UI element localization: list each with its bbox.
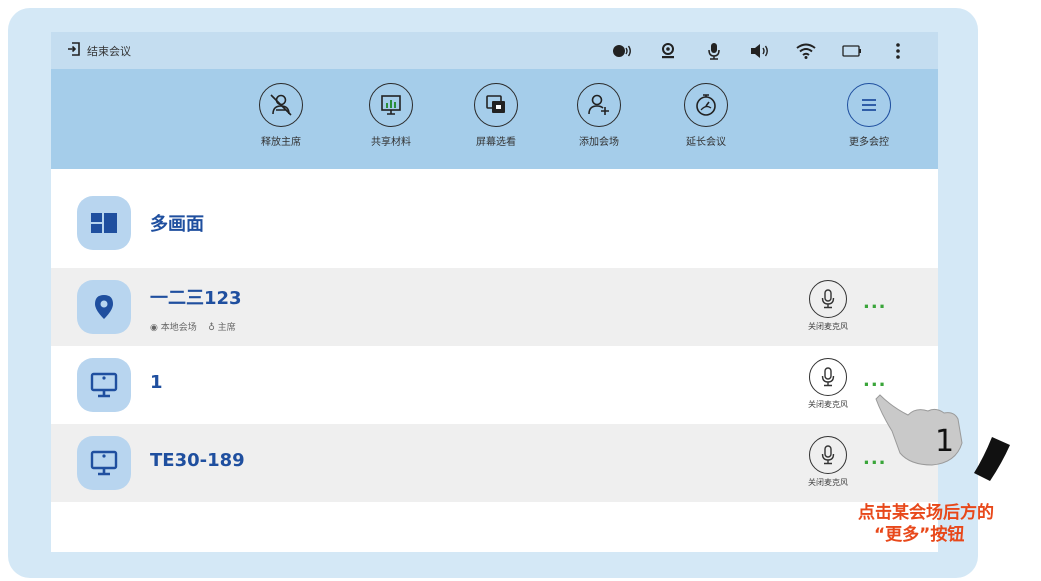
camera-icon[interactable] — [658, 41, 678, 61]
site-name: TE30-189 — [150, 450, 245, 471]
chair-icon: ♁ — [208, 323, 215, 333]
more-control-icon — [847, 83, 891, 127]
end-meeting-label: 结束会议 — [87, 44, 131, 58]
extend-meeting-label: 延长会议 — [686, 137, 726, 148]
more-control-label: 更多会控 — [849, 137, 889, 148]
chair-tag: 主席 — [217, 323, 236, 333]
annotation-text: 点击某会场后方的 “更多”按钮 — [858, 502, 1038, 546]
extend-meeting-icon — [684, 83, 728, 127]
microphone-icon[interactable] — [704, 41, 724, 61]
microphone-icon — [809, 436, 847, 474]
annotation-line-1: 点击某会场后方的 — [858, 503, 994, 523]
multi-screen-title: 多画面 — [150, 214, 204, 235]
site-name: 一二三123 — [150, 288, 242, 309]
status-bar: 结束会议 — [51, 32, 938, 69]
more-options-button[interactable]: ... — [863, 292, 887, 313]
more-control-button[interactable]: 更多会控 — [834, 83, 904, 148]
mute-microphone-label: 关闭麦克风 — [808, 400, 848, 409]
site-row[interactable]: 1 关闭麦克风 ... — [51, 346, 938, 424]
local-site-tag: 本地会场 — [160, 323, 197, 333]
share-material-icon — [369, 83, 413, 127]
battery-icon — [842, 41, 862, 61]
more-vertical-icon[interactable] — [888, 41, 908, 61]
volume-icon[interactable] — [750, 41, 770, 61]
local-site-icon: ◉ — [150, 323, 158, 333]
screen-select-label: 屏幕选看 — [476, 137, 516, 148]
location-pin-icon — [77, 280, 131, 334]
annotation-line-2: “更多”按钮 — [874, 525, 965, 545]
add-site-button[interactable]: 添加会场 — [564, 83, 634, 148]
terminal-icon — [77, 436, 131, 490]
add-site-icon — [577, 83, 621, 127]
screen-select-button[interactable]: 屏幕选看 — [461, 83, 531, 148]
mute-microphone-button[interactable]: 关闭麦克风 — [803, 358, 853, 410]
speaker-talk-icon[interactable] — [612, 41, 632, 61]
release-chair-icon — [259, 83, 303, 127]
share-material-label: 共享材料 — [371, 137, 411, 148]
mute-microphone-label: 关闭麦克风 — [808, 478, 848, 487]
exit-icon — [67, 41, 81, 60]
extend-meeting-button[interactable]: 延长会议 — [671, 83, 741, 148]
microphone-icon — [809, 280, 847, 318]
site-name: 1 — [150, 372, 163, 393]
release-chair-label: 释放主席 — [261, 137, 301, 148]
mute-microphone-button[interactable]: 关闭麦克风 — [803, 436, 853, 488]
mute-microphone-label: 关闭麦克风 — [808, 322, 848, 331]
multi-screen-row[interactable]: 多画面 — [51, 184, 938, 262]
status-icons — [612, 32, 908, 69]
multi-screen-icon — [77, 196, 131, 250]
release-chair-button[interactable]: 释放主席 — [246, 83, 316, 148]
site-row[interactable]: TE30-189 关闭麦克风 ... — [51, 424, 938, 502]
more-options-button[interactable]: ... — [863, 370, 887, 391]
terminal-icon — [77, 358, 131, 412]
screen-select-icon — [474, 83, 518, 127]
share-material-button[interactable]: 共享材料 — [356, 83, 426, 148]
site-row[interactable]: 一二三123 ◉ 本地会场 ♁ 主席 关闭麦克风 ... — [51, 268, 938, 346]
add-site-label: 添加会场 — [579, 137, 619, 148]
microphone-icon — [809, 358, 847, 396]
mute-microphone-button[interactable]: 关闭麦克风 — [803, 280, 853, 332]
step-number: 1 — [935, 424, 955, 459]
wifi-icon[interactable] — [796, 41, 816, 61]
end-meeting-button[interactable]: 结束会议 — [67, 41, 131, 60]
meeting-toolbar: 释放主席 共享材料 屏幕选看 添加会场 延长会议 更多会控 — [51, 69, 938, 169]
app-screen: 结束会议 释放主席 共享材料 屏幕选看 添加会场 延长会议 更多会控 多画面 一… — [51, 32, 938, 552]
site-tags: ◉ 本地会场 ♁ 主席 — [150, 320, 236, 333]
